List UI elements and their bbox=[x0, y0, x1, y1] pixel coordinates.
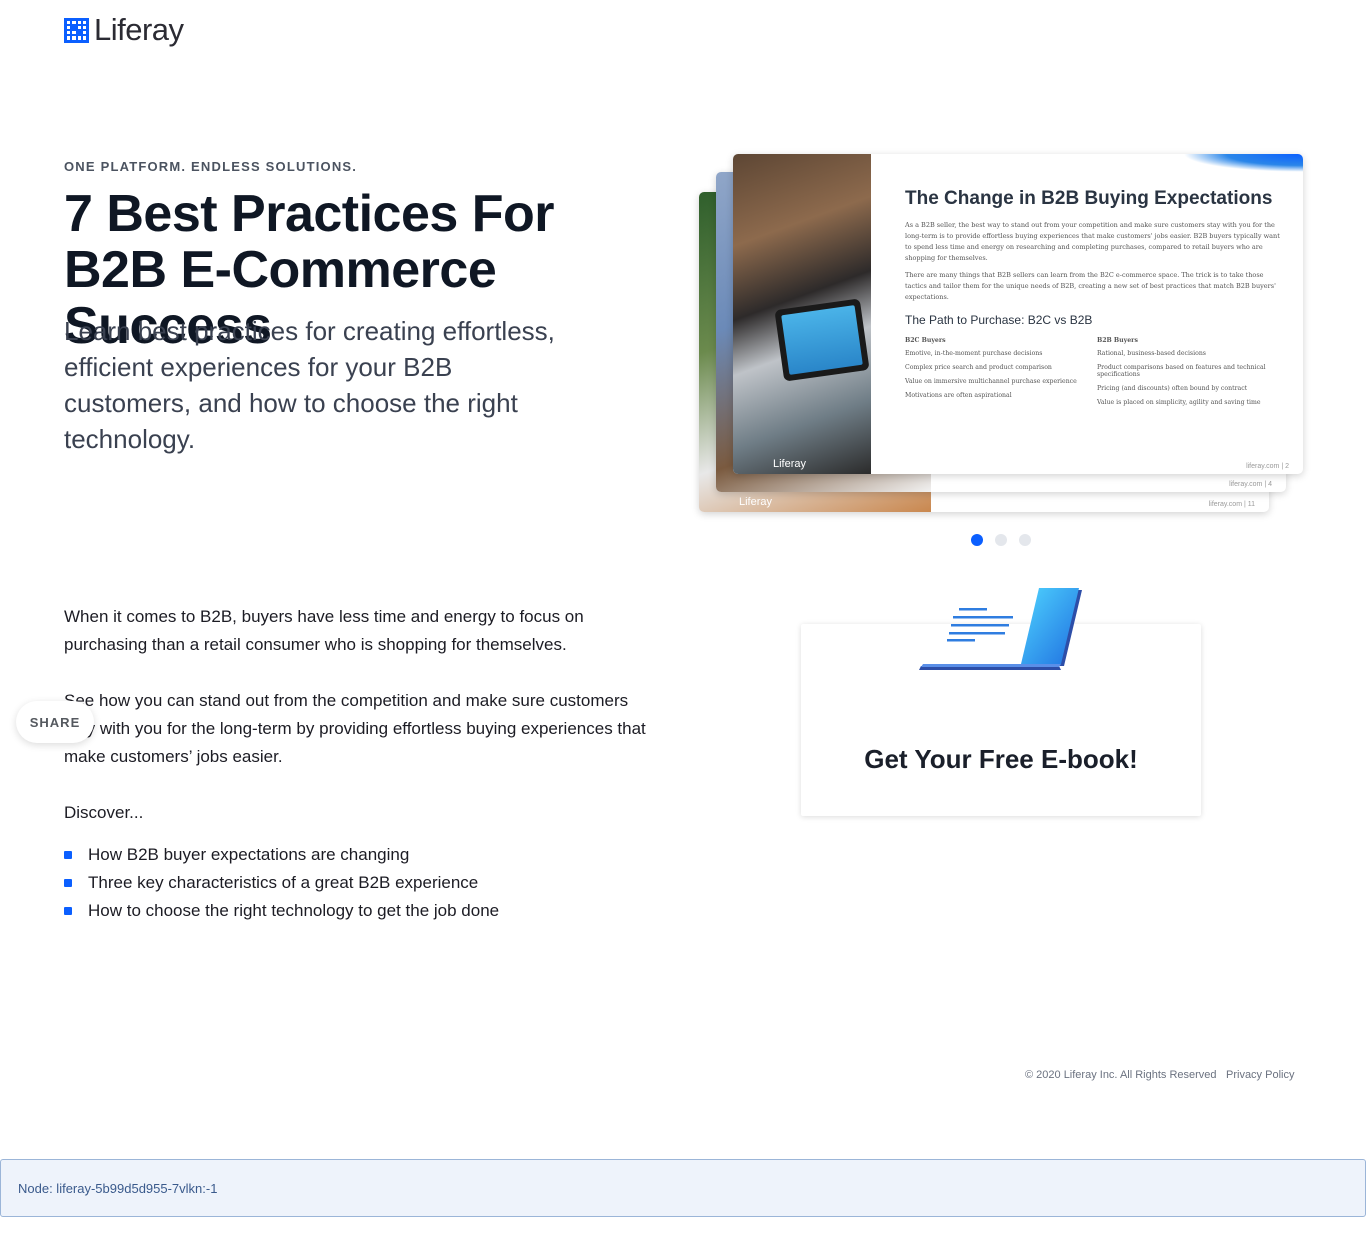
payment-tablet-image bbox=[774, 298, 870, 382]
column-item: Product comparisons based on features an… bbox=[1097, 364, 1266, 378]
hero-eyebrow: ONE PLATFORM. ENDLESS SOLUTIONS. bbox=[64, 159, 358, 174]
intro-paragraph: When it comes to B2B, buyers have less t… bbox=[64, 607, 584, 654]
slide-logo: Liferay bbox=[739, 496, 773, 508]
slide-card-front: The Change in B2B Buying Expectations As… bbox=[733, 154, 1303, 474]
slide-logo: Liferay bbox=[773, 458, 807, 470]
slide-dot-3[interactable] bbox=[1019, 534, 1031, 546]
slide-footer: liferay.com | 4 bbox=[1229, 481, 1272, 488]
slide-dot-2[interactable] bbox=[995, 534, 1007, 546]
node-id-text: Node: liferay-5b99d5d955-7vlkn:-1 bbox=[18, 1181, 218, 1196]
column-item: Motivations are often aspirational bbox=[905, 392, 1012, 399]
column-item: Rational, business-based decisions bbox=[1097, 350, 1206, 357]
discover-list: How B2B buyer expectations are changing … bbox=[64, 841, 664, 925]
column-header: B2B Buyers bbox=[1097, 337, 1138, 344]
tablet-screen bbox=[781, 305, 863, 375]
logo-text: Liferay bbox=[94, 12, 184, 47]
column-item: Value on immersive multichannel purchase… bbox=[905, 378, 1077, 385]
column-item: Value is placed on simplicity, agility a… bbox=[1097, 399, 1261, 406]
slide-wave-decoration bbox=[1183, 154, 1303, 172]
discover-label: Discover... bbox=[64, 803, 144, 822]
list-item: How B2B buyer expectations are changing bbox=[64, 841, 664, 869]
ebook-preview-slideshow: Liferay liferay.com | 11 liferay.com | 4… bbox=[697, 152, 1307, 517]
slide-paragraph: As a B2B seller, the best way to stand o… bbox=[905, 221, 1280, 262]
column-item: Emotive, in-the-moment purchase decision… bbox=[905, 350, 1043, 357]
ebook-icon bbox=[919, 588, 1082, 670]
copyright-text: © 2020 Liferay Inc. All Rights Reserved bbox=[1025, 1069, 1217, 1081]
ebook-cta-title: Get Your Free E-book! bbox=[864, 744, 1138, 774]
liferay-logo-icon bbox=[64, 17, 89, 43]
intro-copy: When it comes to B2B, buyers have less t… bbox=[64, 603, 664, 925]
slide-photo bbox=[733, 154, 871, 474]
slide-subtitle: The Path to Purchase: B2C vs B2B bbox=[905, 313, 1093, 327]
slide-footer: liferay.com | 2 bbox=[1246, 463, 1289, 470]
share-button[interactable]: SHARE bbox=[16, 701, 94, 743]
list-item: How to choose the right technology to ge… bbox=[64, 897, 664, 925]
slide-footer: liferay.com | 11 bbox=[1208, 501, 1255, 508]
liferay-logo[interactable]: Liferay bbox=[64, 14, 184, 46]
hero-subtitle: Learn best practices for creating effort… bbox=[64, 316, 555, 454]
slide-title: The Change in B2B Buying Expectations bbox=[905, 188, 1273, 209]
column-item: Complex price search and product compari… bbox=[905, 364, 1052, 371]
intro-paragraph: See how you can stand out from the compe… bbox=[64, 691, 646, 766]
column-item: Pricing (and discounts) often bound by c… bbox=[1097, 385, 1248, 392]
b2c-column: B2C Buyers Emotive, in-the-moment purcha… bbox=[905, 337, 1089, 413]
list-item: Three key characteristics of a great B2B… bbox=[64, 869, 664, 897]
slide-paragraph: There are many things that B2B sellers c… bbox=[905, 271, 1276, 301]
column-header: B2C Buyers bbox=[905, 337, 946, 344]
privacy-policy-link[interactable]: Privacy Policy bbox=[1226, 1069, 1294, 1081]
b2b-column: B2B Buyers Rational, business-based deci… bbox=[1097, 337, 1281, 413]
slide-dot-1[interactable] bbox=[971, 534, 983, 546]
node-info-bar: Node: liferay-5b99d5d955-7vlkn:-1 bbox=[0, 1159, 1366, 1217]
slideshow-pagination bbox=[971, 534, 1031, 546]
